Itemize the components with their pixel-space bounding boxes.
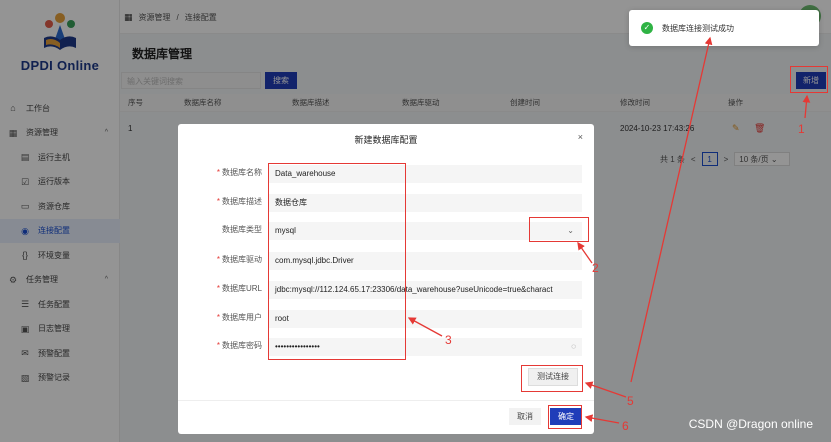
field-label-text: 数据库驱动 xyxy=(222,255,262,264)
annotation-box-2 xyxy=(529,217,589,242)
dialog-title: 新建数据库配置 xyxy=(354,135,418,145)
required-asterisk: * xyxy=(216,168,220,177)
required-asterisk: * xyxy=(216,255,220,264)
annotation-number-1: 1 xyxy=(798,122,805,136)
required-asterisk: * xyxy=(216,197,220,206)
field-label: * 数据库URL xyxy=(178,281,262,297)
field-label: * 数据库名称 xyxy=(178,165,262,181)
field-label-text: 数据库描述 xyxy=(222,197,262,206)
field-label-text: 数据库密码 xyxy=(222,341,262,350)
field-label: * 数据库驱动 xyxy=(178,252,262,268)
annotation-box-6 xyxy=(548,405,582,429)
eye-off-icon[interactable]: ◌ xyxy=(571,338,576,356)
required-asterisk: * xyxy=(216,313,220,322)
annotation-box-5 xyxy=(521,365,583,392)
field-label: * 数据库描述 xyxy=(178,194,262,210)
check-circle-icon: ✓ xyxy=(641,22,653,34)
success-toast: ✓ 数据库连接测试成功 xyxy=(629,10,819,46)
cancel-button[interactable]: 取消 xyxy=(509,408,541,425)
annotation-box-3 xyxy=(268,163,406,360)
toast-message: 数据库连接测试成功 xyxy=(662,23,734,33)
required-asterisk: * xyxy=(216,341,220,350)
field-label-text: 数据库用户 xyxy=(222,313,262,322)
field-label-text: 数据库名称 xyxy=(222,168,262,177)
annotation-number-5: 5 xyxy=(627,394,634,408)
field-label-text: 数据库URL xyxy=(221,284,262,293)
field-label-text: 数据库类型 xyxy=(222,225,262,234)
field-label: * 数据库密码 xyxy=(178,338,262,354)
dialog-footer-divider xyxy=(178,400,594,401)
annotation-number-3: 3 xyxy=(445,333,452,347)
field-label: 数据库类型 xyxy=(178,222,262,238)
required-asterisk: * xyxy=(216,284,220,293)
field-label: * 数据库用户 xyxy=(178,310,262,326)
annotation-number-2: 2 xyxy=(592,261,599,275)
watermark: CSDN @Dragon online xyxy=(688,417,813,431)
annotation-number-6: 6 xyxy=(622,419,629,433)
close-icon[interactable]: × xyxy=(578,132,583,142)
annotation-box-1 xyxy=(790,66,828,93)
